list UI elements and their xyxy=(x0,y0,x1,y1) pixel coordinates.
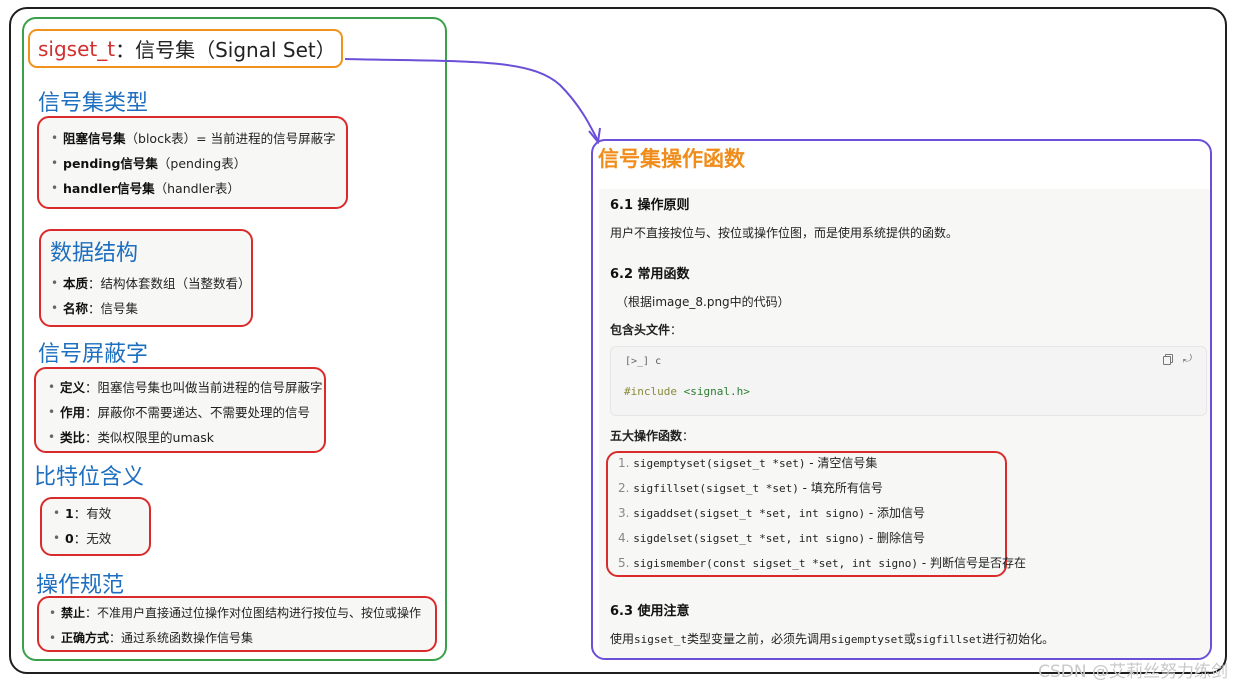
paragraph-6-2-note: （根据image_8.png中的代码） xyxy=(616,295,790,309)
list-item: 本质：结构体套数组（当整数看） xyxy=(49,271,251,296)
list-item: 名称：信号集 xyxy=(49,296,251,321)
code-block: [>_] c ⤾ #include <signal.h> xyxy=(610,346,1207,416)
list-item: 类比：类似权限里的umask xyxy=(46,425,323,450)
wrap-icon[interactable]: ⤾ xyxy=(1183,352,1192,366)
list-item: 3. sigaddset(sigset_t *set, int signo) -… xyxy=(618,506,926,520)
heading-operation-rules: 操作规范 xyxy=(36,573,125,598)
copy-icon[interactable] xyxy=(1163,354,1173,365)
list-item: pending信号集（pending表） xyxy=(49,151,336,176)
right-panel-content xyxy=(599,189,1210,658)
heading-data-structure: 数据结构 xyxy=(50,241,139,266)
five-functions-label: 五大操作函数： xyxy=(610,429,695,443)
list-item: 定义：阻塞信号集也叫做当前进程的信号屏蔽字 xyxy=(46,375,323,400)
list-item: 5. sigismember(const sigset_t *set, int … xyxy=(618,556,1027,570)
list-item: handler信号集（handler表） xyxy=(49,176,336,201)
box-data-structure: 数据结构 本质：结构体套数组（当整数看） 名称：信号集 xyxy=(39,229,253,327)
heading-signal-set-types: 信号集类型 xyxy=(38,91,149,116)
box-signal-set-types: 阻塞信号集（block表）= 当前进程的信号屏蔽字 pending信号集（pen… xyxy=(37,116,348,209)
paragraph-6-1: 用户不直接按位与、按位或操作位图，而是使用系统提供的函数。 xyxy=(610,226,959,240)
section-heading-6-1: 6.1 操作原则 xyxy=(610,198,690,213)
title-description: ：信号集（Signal Set） xyxy=(115,38,336,62)
section-heading-6-2: 6.2 常用函数 xyxy=(610,267,690,282)
list-item: 正确方式：通过系统函数操作信号集 xyxy=(47,626,421,650)
main-title-box: sigset_t ：信号集（Signal Set） xyxy=(28,29,343,68)
section-heading-6-3: 6.3 使用注意 xyxy=(610,604,690,619)
box-signal-mask: 定义：阻塞信号集也叫做当前进程的信号屏蔽字 作用：屏蔽你不需要递达、不需要处理的… xyxy=(34,367,326,453)
list-item: 阻塞信号集（block表）= 当前进程的信号屏蔽字 xyxy=(49,126,336,151)
terminal-icon: [>_] xyxy=(625,356,650,367)
include-label: 包含头文件： xyxy=(610,323,683,337)
heading-bit-meaning: 比特位含义 xyxy=(34,465,145,490)
right-panel-title: 信号集操作函数 xyxy=(598,147,745,171)
list-item: 4. sigdelset(sigset_t *set, int signo) -… xyxy=(618,531,926,545)
heading-signal-mask: 信号屏蔽字 xyxy=(38,342,149,367)
list-item: 1. sigemptyset(sigset_t *set) - 清空信号集 xyxy=(618,456,878,470)
code-line: #include <signal.h> xyxy=(624,385,750,398)
list-item: 2. sigfillset(sigset_t *set) - 填充所有信号 xyxy=(618,481,883,495)
list-item: 禁止：不准用户直接通过位操作对位图结构进行按位与、按位或操作 xyxy=(47,601,421,626)
list-item: 0：无效 xyxy=(51,526,111,551)
watermark: CSDN @艾莉丝努力练剑 xyxy=(1038,662,1228,682)
list-item: 作用：屏蔽你不需要递达、不需要处理的信号 xyxy=(46,400,323,425)
title-type-name: sigset_t xyxy=(38,36,116,61)
list-item: 1：有效 xyxy=(51,501,111,526)
box-operation-rules: 禁止：不准用户直接通过位操作对位图结构进行按位与、按位或操作 正确方式：通过系统… xyxy=(37,596,437,652)
code-language: [>_] c xyxy=(625,356,662,367)
paragraph-6-3: 使用sigset_t类型变量之前，必须先调用sigemptyset或sigfil… xyxy=(610,632,1055,646)
box-function-list: 1. sigemptyset(sigset_t *set) - 清空信号集 2.… xyxy=(606,451,1026,577)
box-bit-meaning: 1：有效 0：无效 xyxy=(40,497,151,556)
